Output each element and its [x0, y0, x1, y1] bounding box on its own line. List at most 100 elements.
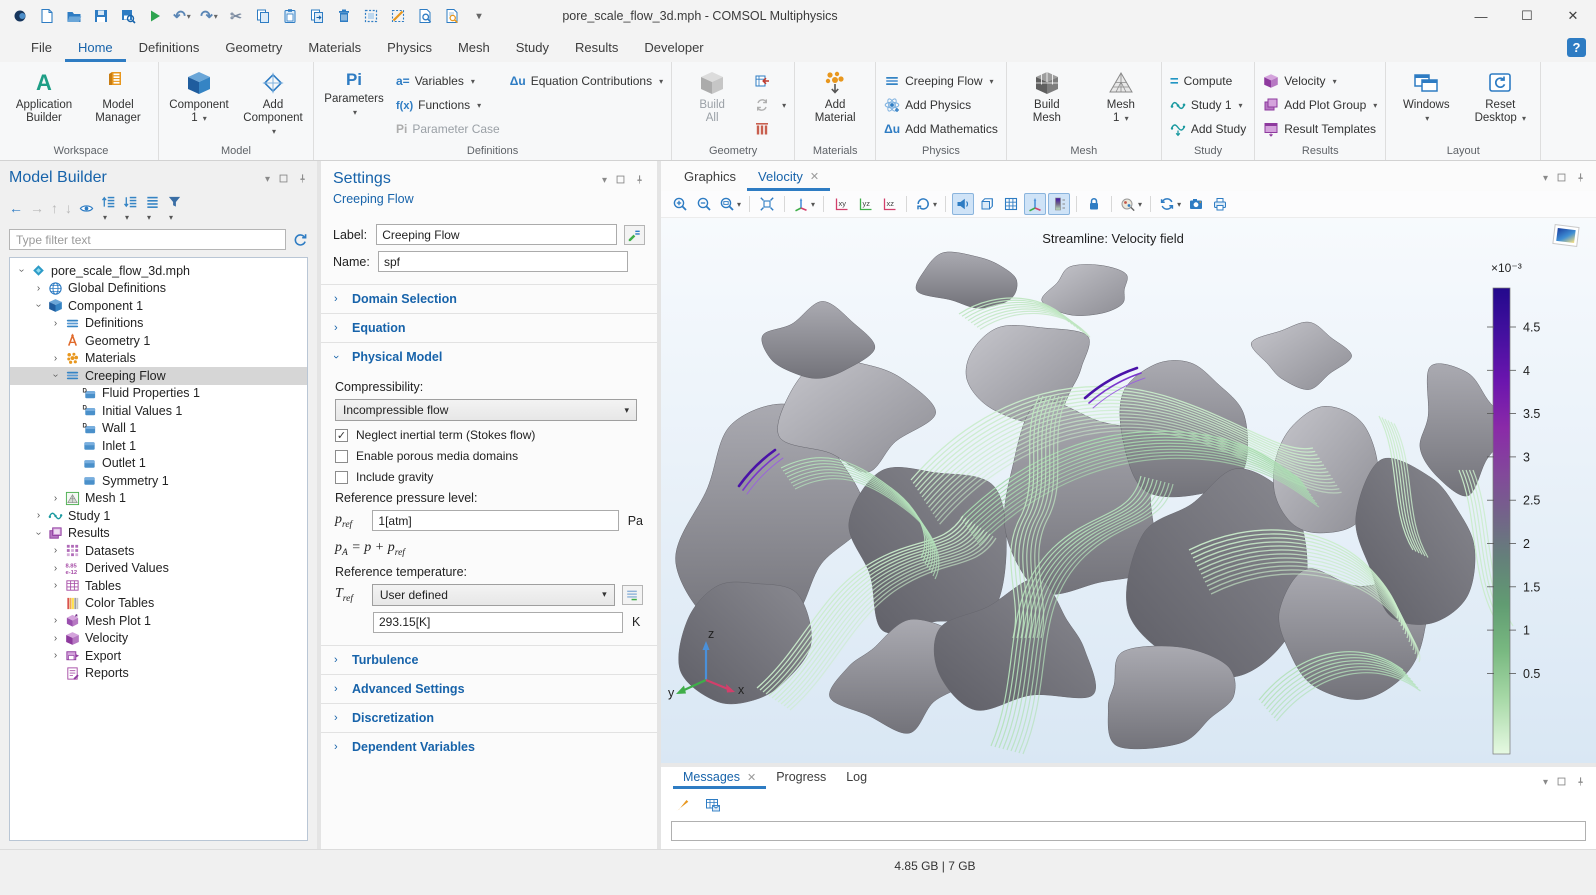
grid-icon[interactable] — [1000, 193, 1022, 215]
go-to-node-icon[interactable] — [292, 232, 308, 248]
tree-item-wall-1[interactable]: DWall 1 — [10, 420, 307, 438]
tab-messages[interactable]: Messages✕ — [673, 767, 766, 789]
save-preview-icon[interactable] — [116, 4, 140, 28]
tree-item-results[interactable]: ›Results — [10, 525, 307, 543]
scene-light-icon[interactable] — [952, 193, 974, 215]
build-mesh-button[interactable]: BuildMesh — [1015, 66, 1079, 125]
snapshot-icon[interactable] — [1185, 193, 1207, 215]
name-field[interactable] — [378, 251, 628, 272]
tree-expander-icon[interactable]: › — [48, 615, 63, 626]
tree-item-velocity[interactable]: ›Velocity — [10, 630, 307, 648]
tree-item-initial-values-1[interactable]: DInitial Values 1 — [10, 402, 307, 420]
tree-item-export[interactable]: ›Export — [10, 647, 307, 665]
menu-tab-file[interactable]: File — [18, 35, 65, 62]
menu-tab-geometry[interactable]: Geometry — [212, 35, 295, 62]
tree-item-inlet-1[interactable]: Inlet 1 — [10, 437, 307, 455]
menu-tab-developer[interactable]: Developer — [631, 35, 716, 62]
close-button[interactable]: ✕ — [1550, 0, 1596, 32]
plot-thumbnail-icon[interactable] — [1553, 225, 1579, 247]
mesh-1-button[interactable]: Mesh1 ▾ — [1089, 66, 1153, 125]
duplicate-icon[interactable] — [305, 4, 329, 28]
zoom-extents-icon[interactable] — [756, 193, 778, 215]
tab-velocity[interactable]: Velocity✕ — [747, 164, 830, 191]
add-physics-button[interactable]: Add Physics — [884, 95, 998, 115]
tree-item-creeping-flow[interactable]: ›Creeping Flow — [10, 367, 307, 385]
pin-icon[interactable] — [634, 174, 645, 185]
save-icon[interactable] — [89, 4, 113, 28]
checkbox-checked[interactable]: ✓ — [335, 429, 348, 442]
tree-expander-icon[interactable]: › — [48, 318, 63, 329]
view-xy-icon[interactable]: xy — [830, 193, 852, 215]
tree-expander-icon[interactable]: › — [48, 650, 63, 661]
table-messages-icon[interactable] — [702, 794, 724, 816]
creeping-flow-button[interactable]: Creeping Flow▾ — [884, 71, 998, 91]
add-mathematics-button[interactable]: ΔuAdd Mathematics — [884, 119, 998, 139]
add-plot-group-button[interactable]: Add Plot Group▾ — [1263, 95, 1377, 115]
undo-icon[interactable]: ↶▾ — [170, 4, 194, 28]
pin-icon[interactable] — [297, 173, 308, 184]
show-icon[interactable] — [79, 201, 94, 216]
zoom-box-icon[interactable]: ▾ — [717, 193, 743, 215]
application-builder-button[interactable]: AApplicationBuilder — [12, 66, 76, 125]
close-icon[interactable]: ✕ — [810, 170, 819, 183]
ref-temp-select[interactable]: User defined ▾ — [372, 584, 615, 606]
rotate-icon[interactable]: ▾ — [913, 193, 939, 215]
menu-tab-materials[interactable]: Materials — [295, 35, 374, 62]
chevron-down-icon[interactable]: ▾ — [1543, 170, 1548, 184]
model-manager-button[interactable]: ModelManager — [86, 66, 150, 125]
customize-toolbar-icon[interactable]: ▾ — [467, 4, 491, 28]
open-file-icon[interactable] — [62, 4, 86, 28]
section-equation[interactable]: ›Equation — [321, 313, 657, 342]
checkbox-unchecked[interactable] — [335, 450, 348, 463]
copy-icon[interactable] — [251, 4, 275, 28]
windows-button[interactable]: Windows▾ — [1394, 66, 1458, 125]
update-plot-icon[interactable]: ▾ — [1157, 193, 1183, 215]
zoom-in-icon[interactable] — [669, 193, 691, 215]
tree-item-study-1[interactable]: ›Study 1 — [10, 507, 307, 525]
pref-field[interactable] — [372, 510, 618, 531]
tree-item-definitions[interactable]: ›Definitions — [10, 315, 307, 333]
graphics-canvas[interactable]: Streamline: Velocity field ×10⁻³ 4.543.5… — [661, 218, 1596, 763]
tree-item-materials[interactable]: ›Materials — [10, 350, 307, 368]
tree-expander-icon[interactable]: › — [48, 563, 63, 574]
tree-item-reports[interactable]: Reports — [10, 665, 307, 683]
tab-graphics[interactable]: Graphics — [673, 164, 747, 191]
component-1-button[interactable]: Component1 ▾ — [167, 66, 231, 125]
study-1-button[interactable]: Study 1▾ — [1170, 95, 1246, 115]
view-yz-icon[interactable]: yz — [854, 193, 876, 215]
ref-temp-field[interactable] — [373, 612, 623, 633]
tab-log[interactable]: Log — [836, 767, 877, 789]
label-field[interactable] — [376, 224, 617, 245]
pin-icon[interactable] — [1575, 776, 1586, 787]
move-down-icon[interactable]: ↓ — [65, 201, 72, 216]
compressibility-select[interactable]: Incompressible flow ▾ — [335, 399, 637, 421]
find-icon[interactable] — [440, 4, 464, 28]
help-button[interactable]: ? — [1567, 38, 1586, 57]
tree-expander-icon[interactable]: › — [14, 265, 29, 276]
model-tree-node-text-icon[interactable]: ▾ — [145, 194, 160, 223]
move-up-icon[interactable]: ↑ — [51, 201, 58, 216]
rename-button[interactable] — [624, 225, 645, 245]
tree-item-geometry-1[interactable]: Geometry 1 — [10, 332, 307, 350]
default-view-icon[interactable]: ▾ — [791, 193, 817, 215]
tree-expander-icon[interactable]: › — [31, 528, 46, 539]
filter-icon[interactable]: ▾ — [167, 194, 182, 223]
tree-expander-icon[interactable]: › — [48, 370, 63, 381]
clear-selection-icon[interactable] — [386, 4, 410, 28]
tree-item-pore-scale-flow-3d-mph[interactable]: ›pore_scale_flow_3d.mph — [10, 262, 307, 280]
tree-expander-icon[interactable]: › — [31, 300, 46, 311]
tree-expander-icon[interactable]: › — [31, 510, 46, 521]
equation-contributions-button[interactable]: ΔuEquation Contributions▾ — [510, 71, 663, 91]
close-icon[interactable]: ✕ — [747, 771, 756, 784]
tree-item-mesh-1[interactable]: ›Mesh 1 — [10, 490, 307, 508]
redo-icon[interactable]: ↷▾ — [197, 4, 221, 28]
maximize-button[interactable]: ☐ — [1504, 0, 1550, 32]
messages-output[interactable] — [671, 821, 1586, 841]
menu-tab-definitions[interactable]: Definitions — [126, 35, 213, 62]
tree-item-datasets[interactable]: ›Datasets — [10, 542, 307, 560]
plot-3d-scene[interactable]: Streamline: Velocity field ×10⁻³ 4.543.5… — [661, 218, 1596, 763]
functions-button[interactable]: f(x)Functions▾ — [396, 95, 500, 115]
collapse-all-icon[interactable]: ▾ — [101, 194, 116, 223]
delete-icon[interactable] — [332, 4, 356, 28]
add-material-button[interactable]: AddMaterial — [803, 66, 867, 125]
